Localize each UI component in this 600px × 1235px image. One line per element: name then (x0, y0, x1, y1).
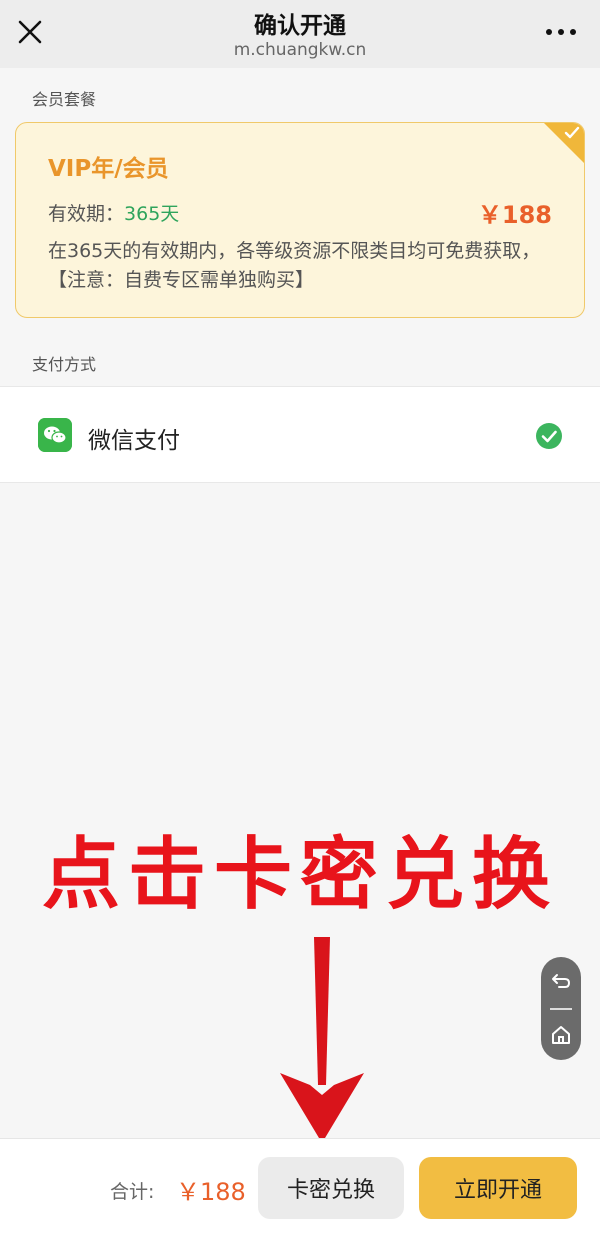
plan-section-label: 会员套餐 (32, 90, 97, 109)
validity-value: 365天 (124, 203, 180, 225)
page-domain: m.chuangkw.cn (233, 40, 367, 60)
divider (550, 1008, 572, 1010)
more-icon[interactable] (544, 22, 578, 42)
selected-check-icon (536, 423, 562, 449)
open-now-button[interactable]: 立即开通 (419, 1157, 577, 1219)
home-icon[interactable] (549, 1023, 573, 1047)
payment-method-label: 微信支付 (88, 428, 180, 454)
payment-option-wechat[interactable]: 微信支付 (0, 386, 600, 483)
payment-section-label: 支付方式 (32, 355, 97, 374)
check-icon (564, 126, 580, 139)
plan-validity: 有效期：365天 (48, 199, 179, 226)
annotation-text: 点击卡密兑换 (41, 830, 558, 920)
card-redeem-button[interactable]: 卡密兑换 (258, 1157, 404, 1219)
validity-label: 有效期： (48, 203, 125, 225)
wechat-icon (38, 418, 72, 452)
total-label: 合计: (110, 1181, 155, 1203)
plan-description: 在365天的有效期内，各等级资源不限类目均可免费获取，【注意：自费专区需单独购买… (48, 240, 541, 291)
top-nav-bar: 确认开通 m.chuangkw.cn (0, 0, 600, 68)
arrow-down-icon (280, 937, 364, 1143)
floating-nav-pill (541, 957, 581, 1060)
back-icon[interactable] (549, 969, 573, 993)
page-title: 确认开通 (254, 13, 346, 39)
bottom-action-bar: 合计: ￥188 卡密兑换 立即开通 (0, 1138, 600, 1235)
plan-card-vip-year[interactable]: VIP年/会员 有效期：365天 ￥188 在365天的有效期内，各等级资源不限… (15, 122, 585, 318)
total-price: ￥188 (176, 1178, 246, 1206)
plan-price: ￥188 (477, 201, 552, 229)
plan-name: VIP年/会员 (48, 156, 169, 182)
